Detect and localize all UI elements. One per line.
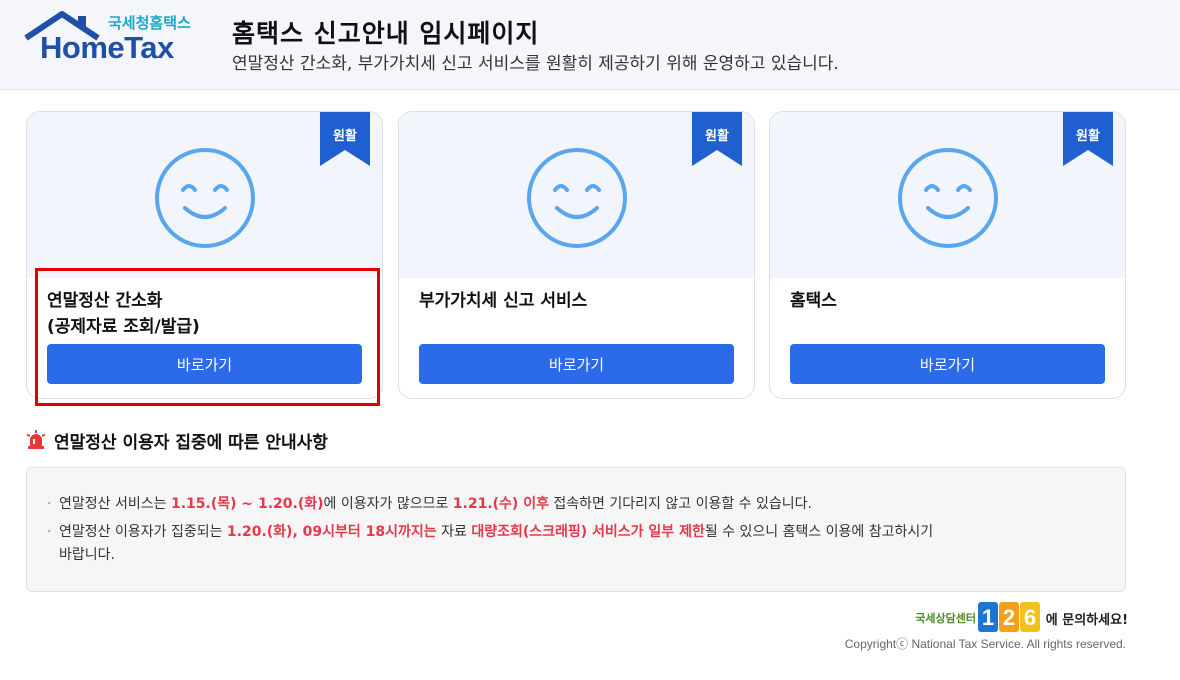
help-number-digit: 6 — [1024, 605, 1036, 630]
notice-item: · 연말정산 서비스는 1.15.(목) ~ 1.20.(화)에 이용자가 많으므… — [47, 492, 812, 516]
notice-highlight: 대량조회(스크래핑) 서비스가 일부 제한 — [471, 524, 705, 540]
bullet-icon: · — [47, 496, 52, 512]
service-card-vat-filing: 원활 부가가치세 신고 서비스 바로가기 — [398, 111, 755, 399]
status-badge: 원활 — [320, 112, 370, 166]
smiley-face-icon — [527, 148, 627, 248]
help-center[interactable]: 국세상담센터 1 2 6 에 문의하세요! — [888, 601, 1128, 633]
status-badge: 원활 — [1063, 112, 1113, 166]
notice-item: · 연말정산 이용자가 집중되는 1.20.(화), 09시부터 18시까지는 자… — [47, 520, 933, 544]
card-title-line: 홈택스 — [790, 291, 837, 311]
status-badge-label: 원활 — [705, 129, 729, 144]
help-number-graphic: 1 2 6 — [978, 602, 1040, 632]
go-button-vat-filing[interactable]: 바로가기 — [419, 344, 734, 384]
notice-title: 연말정산 이용자 집중에 따른 안내사항 — [54, 433, 328, 453]
notice-highlight: 1.20.(화), 09시부터 18시까지는 — [226, 524, 437, 540]
notice-highlight: 1.21.(수) 이후 — [452, 496, 549, 512]
smiley-face-icon — [155, 148, 255, 248]
status-badge: 원활 — [692, 112, 742, 166]
notice-item-continuation: 바랍니다. — [59, 547, 115, 563]
go-button-hometax[interactable]: 바로가기 — [790, 344, 1105, 384]
help-number-digit: 2 — [1003, 605, 1015, 630]
service-card-hometax: 원활 홈택스 바로가기 — [769, 111, 1126, 399]
help-center-brand: 국세상담센터 — [915, 612, 976, 625]
card-title: 부가가치세 신고 서비스 — [419, 288, 587, 314]
logo-wordmark: HomeTax — [40, 30, 174, 65]
siren-icon — [26, 430, 46, 449]
bullet-icon: · — [47, 524, 52, 540]
copyright: Copyrightⓒ National Tax Service. All rig… — [844, 637, 1126, 651]
smiley-face-icon — [898, 148, 998, 248]
page-header: 국세청홈택스 HomeTax 홈택스 신고안내 임시페이지 연말정산 간소화, … — [0, 0, 1180, 90]
page-title: 홈택스 신고안내 임시페이지 — [232, 19, 540, 48]
notice-highlight: 1.15.(목) ~ 1.20.(화) — [170, 496, 324, 512]
card-title: 홈택스 — [790, 288, 837, 314]
card-title-line: 부가가치세 신고 서비스 — [419, 291, 588, 311]
notice-box: · 연말정산 서비스는 1.15.(목) ~ 1.20.(화)에 이용자가 많으므… — [26, 467, 1126, 592]
help-number-digit: 1 — [982, 605, 994, 630]
hometax-logo[interactable]: 국세청홈택스 HomeTax — [24, 10, 196, 68]
status-badge-label: 원활 — [333, 129, 357, 144]
page-subtitle: 연말정산 간소화, 부가가치세 신고 서비스를 원활히 제공하기 위해 운영하고… — [232, 54, 839, 74]
help-center-text: 에 문의하세요! — [1045, 613, 1128, 628]
highlight-box — [35, 268, 380, 406]
status-badge-label: 원활 — [1076, 129, 1100, 144]
